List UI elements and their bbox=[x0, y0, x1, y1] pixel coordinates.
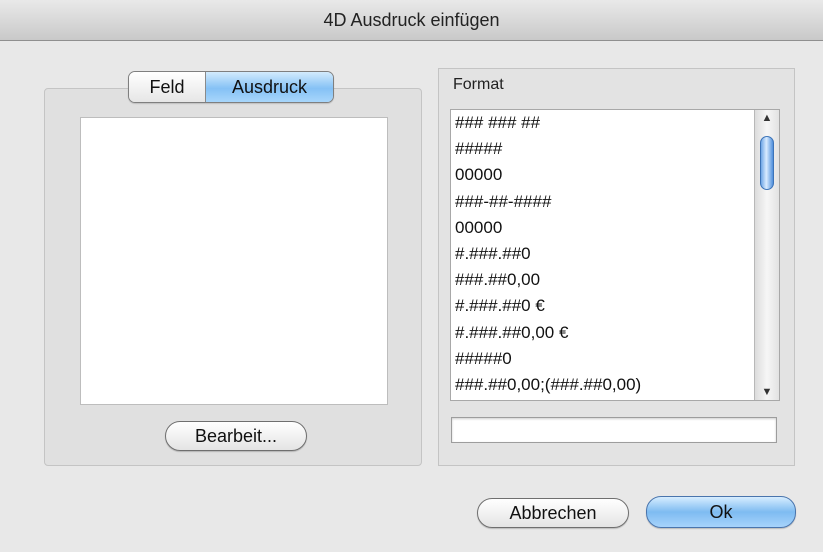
triangle-down-icon[interactable]: ▼ bbox=[755, 386, 779, 398]
field-expression-segmented-control: Feld Ausdruck bbox=[128, 71, 334, 103]
ok-button[interactable]: Ok bbox=[646, 496, 796, 528]
triangle-up-icon[interactable]: ▲ bbox=[755, 112, 779, 124]
list-item[interactable]: ###.##0,00;(###.##0,00) bbox=[451, 372, 753, 398]
list-item[interactable]: #.###.##0,00 € bbox=[451, 320, 753, 346]
format-list[interactable]: ### ### ## ##### 00000 ###-##-#### 00000… bbox=[450, 109, 780, 401]
tab-expression[interactable]: Ausdruck bbox=[206, 72, 333, 102]
format-input[interactable] bbox=[451, 417, 777, 443]
list-item[interactable]: #.###.##0 € bbox=[451, 293, 753, 319]
scrollbar-thumb[interactable] bbox=[760, 136, 774, 190]
format-label: Format bbox=[453, 76, 504, 93]
edit-button[interactable]: Bearbeit... bbox=[165, 421, 307, 451]
format-list-items: ### ### ## ##### 00000 ###-##-#### 00000… bbox=[451, 110, 753, 398]
cancel-button[interactable]: Abbrechen bbox=[477, 498, 629, 528]
window-title: 4D Ausdruck einfügen bbox=[0, 0, 823, 41]
list-item[interactable]: #####0 bbox=[451, 346, 753, 372]
tab-field[interactable]: Feld bbox=[129, 72, 206, 102]
list-item[interactable]: ##### bbox=[451, 136, 753, 162]
list-item[interactable]: ###-##-#### bbox=[451, 189, 753, 215]
list-item[interactable]: ###.##0,00 bbox=[451, 267, 753, 293]
list-item[interactable]: ### ### ## bbox=[451, 110, 753, 136]
expression-text-area[interactable] bbox=[80, 117, 388, 405]
format-list-scrollbar[interactable]: ▲ ▼ bbox=[754, 110, 779, 400]
list-item[interactable]: 00000 bbox=[451, 162, 753, 188]
list-item[interactable]: 00000 bbox=[451, 215, 753, 241]
list-item[interactable]: #.###.##0 bbox=[451, 241, 753, 267]
